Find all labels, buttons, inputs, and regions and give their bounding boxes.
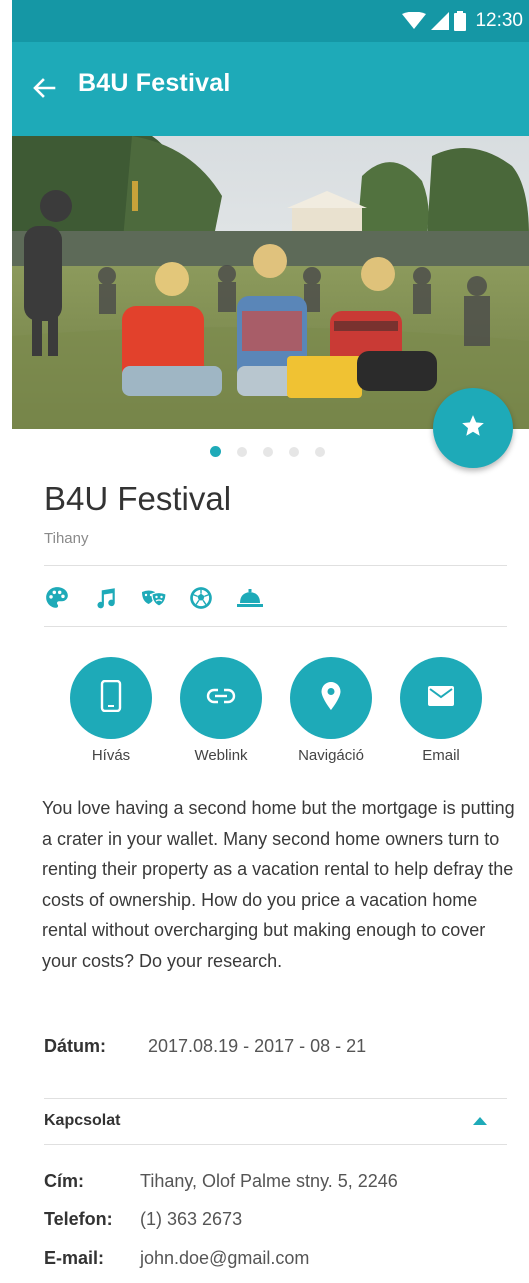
date-label: Dátum:	[44, 1036, 106, 1056]
call-button-label: Hívás	[91, 747, 131, 764]
event-title: B4U Festival	[44, 480, 232, 517]
back-arrow-icon[interactable]	[28, 72, 60, 104]
wifi-icon	[402, 12, 427, 30]
service-bell-icon	[236, 585, 263, 611]
address-value[interactable]: Tihany, Olof Palme stny. 5, 2246	[140, 1171, 398, 1192]
palette-icon	[44, 585, 70, 611]
email-label: E-mail:	[44, 1248, 105, 1268]
favorite-fab-button[interactable]	[433, 388, 513, 468]
envelope-icon	[427, 685, 455, 712]
phone-value[interactable]: (1) 363 2673	[140, 1209, 242, 1230]
call-button-circle[interactable]	[70, 657, 152, 739]
date-value: 2017.08.19 - 2017 - 08 - 21	[148, 1036, 367, 1056]
star-icon	[460, 413, 486, 444]
app-bar-title: B4U Festival	[78, 69, 231, 97]
contact-address-row: Cím: Tihany, Olof Palme stny. 5, 2246	[44, 1171, 398, 1192]
carousel-dot-5[interactable]	[315, 446, 325, 457]
divider	[44, 626, 507, 627]
category-icons	[44, 585, 263, 611]
contact-section-header[interactable]: Kapcsolat	[44, 1098, 507, 1144]
carousel-dot-2[interactable]	[237, 446, 247, 457]
signal-icon	[431, 12, 450, 30]
divider	[44, 565, 507, 566]
app-bar: B4U Festival	[12, 42, 529, 136]
phone-icon	[100, 679, 122, 717]
caret-up-icon[interactable]	[473, 1112, 487, 1130]
status-time: 12:30	[475, 10, 523, 31]
event-location: Tihany	[44, 530, 89, 547]
carousel-dot-4[interactable]	[289, 446, 299, 457]
email-button-label: Email	[422, 747, 460, 764]
navigation-button[interactable]: Navigáció	[290, 657, 372, 764]
contact-phone-row: Telefon: (1) 363 2673	[44, 1209, 242, 1230]
battery-icon	[454, 11, 467, 31]
navigation-button-label: Navigáció	[298, 747, 364, 764]
action-buttons: Hívás Weblink Navigáció Email	[70, 657, 482, 764]
contact-section-title: Kapcsolat	[44, 1112, 121, 1129]
address-label: Cím:	[44, 1171, 84, 1191]
carousel-indicator	[210, 446, 325, 457]
status-icons: 12:30	[402, 10, 523, 32]
link-icon	[206, 687, 236, 710]
navigation-button-circle[interactable]	[290, 657, 372, 739]
phone-screen: 12:30 B4U Festival B4U Festival Tihany H…	[12, 0, 529, 1283]
carousel-dot-3[interactable]	[263, 446, 273, 457]
divider	[44, 1144, 507, 1145]
location-pin-icon	[320, 681, 342, 716]
email-button[interactable]: Email	[400, 657, 482, 764]
carousel-dot-1[interactable]	[210, 446, 221, 457]
theater-masks-icon	[140, 585, 167, 611]
event-description: You love having a second home but the mo…	[42, 798, 515, 971]
email-value[interactable]: john.doe@gmail.com	[140, 1248, 309, 1269]
call-button[interactable]: Hívás	[70, 657, 152, 764]
music-note-icon	[92, 585, 118, 611]
hero-image[interactable]	[12, 136, 529, 429]
date-row: Dátum: 2017.08.19 - 2017 - 08 - 21	[44, 1036, 366, 1057]
phone-label: Telefon:	[44, 1209, 113, 1229]
contact-email-row: E-mail: john.doe@gmail.com	[44, 1248, 309, 1269]
weblink-button-circle[interactable]	[180, 657, 262, 739]
status-bar: 12:30	[12, 0, 529, 42]
soccer-ball-icon	[188, 585, 214, 611]
weblink-button[interactable]: Weblink	[180, 657, 262, 764]
weblink-button-label: Weblink	[194, 747, 248, 764]
email-button-circle[interactable]	[400, 657, 482, 739]
